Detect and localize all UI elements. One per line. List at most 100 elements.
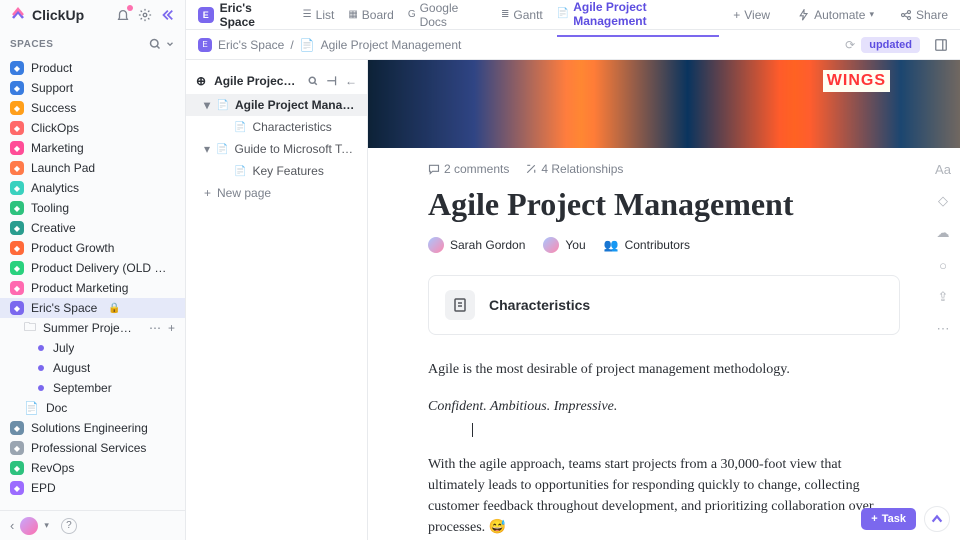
doc-title[interactable]: Agile Project Management [428, 186, 900, 223]
space-icon: ◆ [10, 481, 24, 495]
space-icon: ◆ [10, 121, 24, 135]
chevron-down-icon[interactable] [165, 39, 175, 49]
crumb-space[interactable]: Eric's Space [218, 38, 284, 52]
sidebar-space-item[interactable]: ◆Launch Pad [0, 158, 185, 178]
outline-item[interactable]: 📄Key Features [186, 160, 367, 182]
subpage-card[interactable]: Characteristics [428, 275, 900, 335]
comments-link[interactable]: 2 comments [428, 162, 509, 176]
contributors-button[interactable]: 👥Contributors [604, 238, 690, 252]
paragraph[interactable]: Agile is the most desirable of project m… [428, 359, 900, 380]
sidebar-space-item[interactable]: ◆Product Marketing [0, 278, 185, 298]
breadcrumb-bar: E Eric's Space / 📄 Agile Project Managem… [186, 30, 960, 60]
cursor-line[interactable] [428, 423, 900, 444]
space-icon: ◆ [10, 81, 24, 95]
outline-item[interactable]: ▾📄Guide to Microsoft Teams Project... [186, 138, 367, 160]
doc-icon: 📄 [234, 166, 246, 177]
relationships-link[interactable]: 4 Relationships [525, 162, 623, 176]
chevron-down-icon[interactable]: ▾ [44, 520, 49, 531]
doc-icon: 📄 [216, 144, 228, 155]
space-icon: ◆ [10, 261, 24, 275]
list-icon: ☰ [303, 9, 312, 20]
sidebar-space-item[interactable]: ◆Product Growth [0, 238, 185, 258]
sidebar-space-item[interactable]: ◆Marketing [0, 138, 185, 158]
list-dot-icon [38, 385, 44, 391]
paragraph[interactable]: Confident. Ambitious. Impressive. [428, 396, 900, 417]
new-page-button[interactable]: + New page [186, 182, 367, 204]
workspace-title[interactable]: EEric's Space [198, 1, 289, 29]
notifications-icon[interactable] [115, 7, 131, 23]
crumb-doc[interactable]: Agile Project Management [321, 38, 462, 52]
cover-image[interactable] [368, 60, 960, 148]
arrow-icon[interactable]: ← [345, 74, 357, 88]
spaces-label: SPACES [10, 39, 53, 50]
avatar [428, 237, 444, 253]
spaces-list: ◆Product◆Support◆Success◆ClickOps◆Market… [0, 58, 185, 510]
search-icon[interactable] [307, 75, 319, 87]
folder-icon: 🗀 [24, 318, 36, 339]
author[interactable]: Sarah Gordon [428, 237, 525, 253]
sidebar-space-item[interactable]: ◆Professional Services [0, 438, 185, 458]
sidebar-space-item[interactable]: ◆Support [0, 78, 185, 98]
space-icon: ◆ [10, 61, 24, 75]
sync-icon[interactable]: ⟳ [845, 38, 855, 52]
sidebar: ClickUp SPACES ◆Product◆Support◆Success◆… [0, 0, 186, 540]
doc-item[interactable]: 📄Doc [0, 398, 185, 418]
sidebar-space-item[interactable]: ◆EPD [0, 478, 185, 498]
caret-icon[interactable]: ▾ [204, 98, 211, 112]
collapse-icon[interactable]: ‹ [10, 518, 14, 533]
view-tab-board[interactable]: ▦ Board [348, 1, 393, 29]
sidebar-space-item[interactable]: ◆Success [0, 98, 185, 118]
folder-item[interactable]: 🗀Summer Projects⋯ + [0, 318, 185, 338]
list-dot-icon [38, 365, 44, 371]
automate-button[interactable]: Automate ▾ [798, 8, 874, 22]
sidebar-space-item[interactable]: ◆Analytics [0, 178, 185, 198]
doc-meta: 2 comments 4 Relationships [428, 162, 900, 176]
doc-outline-title: Agile Project Management [214, 74, 298, 88]
clickup-logo-icon [10, 7, 26, 23]
doc-icon: 📄 [217, 100, 229, 111]
paragraph[interactable]: With the agile approach, teams start pro… [428, 454, 900, 538]
add-view-button[interactable]: + View [733, 1, 770, 29]
layout-icon[interactable] [934, 38, 948, 52]
sidebar-space-item[interactable]: ◆ClickOps [0, 118, 185, 138]
space-icon: ◆ [10, 241, 24, 255]
search-spaces-icon[interactable] [149, 38, 161, 50]
options-icon[interactable]: ⊣ [327, 74, 337, 88]
clickup-fab-icon[interactable] [924, 506, 950, 532]
collapse-sidebar-icon[interactable] [159, 7, 175, 23]
doc-icon: 📄 [557, 8, 569, 19]
help-icon[interactable]: ? [61, 518, 77, 534]
topbar: EEric's Space ☰ List▦ BoardG Google Docs… [186, 0, 960, 30]
outline-item[interactable]: 📄Characteristics [186, 116, 367, 138]
sidebar-space-item[interactable]: ◆Solutions Engineering [0, 418, 185, 438]
view-tab-gantt[interactable]: ≣ Gantt [501, 1, 543, 29]
sidebar-space-item[interactable]: ◆Eric's Space🔒 [0, 298, 185, 318]
space-icon: ◆ [10, 441, 24, 455]
list-item[interactable]: August [0, 358, 185, 378]
outline-item[interactable]: ▾📄Agile Project Management [186, 94, 367, 116]
logo-row: ClickUp [0, 0, 185, 30]
updated-badge: updated [861, 37, 920, 53]
space-icon: ◆ [10, 421, 24, 435]
caret-icon[interactable]: ▾ [204, 142, 210, 156]
list-dot-icon [38, 345, 44, 351]
sidebar-space-item[interactable]: ◆Product [0, 58, 185, 78]
sidebar-space-item[interactable]: ◆RevOps [0, 458, 185, 478]
space-icon: ◆ [10, 101, 24, 115]
subpage-title: Characteristics [489, 297, 590, 313]
sidebar-space-item[interactable]: ◆Tooling [0, 198, 185, 218]
sidebar-space-item[interactable]: ◆Product Delivery (OLD DON'T US... [0, 258, 185, 278]
space-icon: ◆ [10, 221, 24, 235]
doc-content: Aa ◇ ☁ ○ ⇪ ⋯ 2 comments 4 Relationships … [368, 60, 960, 540]
gantt-icon: ≣ [501, 9, 509, 20]
list-item[interactable]: July [0, 338, 185, 358]
share-button[interactable]: Share [900, 8, 948, 22]
user-avatar[interactable] [20, 517, 38, 535]
list-item[interactable]: September [0, 378, 185, 398]
view-tab-list[interactable]: ☰ List [303, 1, 335, 29]
settings-icon[interactable] [137, 7, 153, 23]
author[interactable]: You [543, 237, 585, 253]
space-icon: ◆ [10, 161, 24, 175]
sidebar-space-item[interactable]: ◆Creative [0, 218, 185, 238]
new-task-button[interactable]: + Task [861, 508, 916, 530]
